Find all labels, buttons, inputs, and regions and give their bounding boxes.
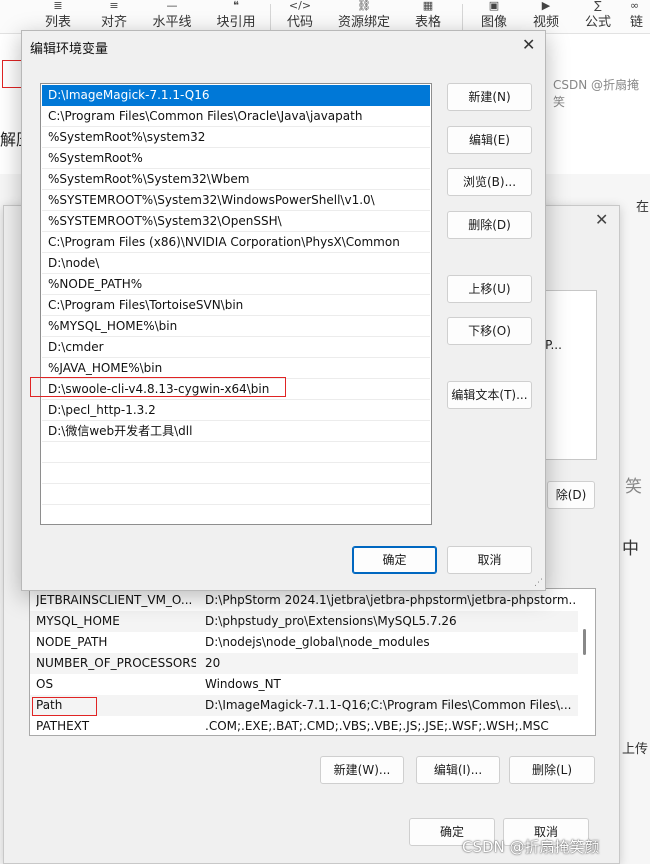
system-new-button[interactable]: 新建(W)... (320, 756, 404, 784)
table-row[interactable]: MYSQL_HOME D:\phpstudy_pro\Extensions\My… (30, 611, 578, 632)
path-list[interactable]: D:\ImageMagick-7.1.1-Q16 C:\Program File… (40, 83, 432, 525)
align-icon: ≡ (109, 0, 119, 12)
path-item[interactable]: %SystemRoot%\system32 (42, 127, 430, 148)
dialog-title: 编辑环境变量 (30, 42, 109, 57)
path-item[interactable]: D:\node\ (42, 253, 430, 274)
variable-name: NODE_PATH (36, 635, 108, 649)
toolbar-chain-button[interactable]: ∞ 链 (630, 0, 650, 34)
path-item[interactable]: C:\Program Files\TortoiseSVN\bin (42, 295, 430, 316)
path-item[interactable]: C:\Program Files\Common Files\Oracle\Jav… (42, 106, 430, 127)
delete-button[interactable]: 删除(D) (447, 211, 532, 239)
toolbar-label: 公式 (584, 15, 611, 30)
cancel-button[interactable]: 取消 (447, 546, 532, 574)
system-delete-button[interactable]: 删除(L) (509, 756, 595, 784)
toolbar-image-button[interactable]: ▣ 图像 (476, 0, 512, 34)
variable-value: Windows_NT (205, 677, 281, 691)
toolbar-align-button[interactable]: ≡ 对齐 (94, 0, 134, 34)
table-row[interactable]: NODE_PATH D:\nodejs\node_global\node_mod… (30, 632, 578, 653)
toolbar-table-button[interactable]: ▦ 表格 (410, 0, 446, 34)
code-icon: </> (288, 0, 312, 12)
system-variables-list[interactable]: JETBRAINSCLIENT_VM_O... D:\PhpStorm 2024… (29, 588, 596, 736)
highlight-box (32, 697, 97, 716)
variable-value: D:\PhpStorm 2024.1\jetbra\jetbra-phpstor… (205, 593, 575, 607)
csdn-watermark-top: CSDN @折扇掩笑 (553, 78, 640, 109)
move-up-button[interactable]: 上移(U) (447, 275, 532, 303)
list-scrollbar[interactable] (583, 629, 586, 655)
toolbar-label: 链 (630, 15, 644, 30)
variable-name: NUMBER_OF_PROCESSORS (36, 656, 196, 670)
path-item[interactable]: %SYSTEMROOT%\System32\WindowsPowerShell\… (42, 190, 430, 211)
toolbar-divider (462, 4, 463, 30)
path-item[interactable]: D:\ImageMagick-7.1.1-Q16 (42, 85, 430, 106)
table-row[interactable]: NUMBER_OF_PROCESSORS 20 (30, 653, 578, 674)
variable-value: .COM;.EXE;.BAT;.CMD;.VBS;.VBE;.JS;.JSE;.… (205, 719, 549, 733)
toolbar-resource-button[interactable]: ⛓ 资源绑定 (334, 0, 394, 34)
empty-row (42, 484, 430, 505)
quote-icon: ❝ (233, 0, 239, 12)
toolbar-formula-button[interactable]: ∑ 公式 (580, 0, 616, 34)
empty-row (42, 442, 430, 463)
path-item[interactable]: %SYSTEMROOT%\System32\OpenSSH\ (42, 211, 430, 232)
background-tab-label: 在 (636, 200, 650, 215)
upload-label: 上传 (622, 742, 649, 757)
background-text: 笑 (625, 477, 642, 497)
edit-button[interactable]: 编辑(E) (447, 126, 532, 154)
table-icon: ▦ (422, 0, 434, 12)
path-item[interactable]: D:\pecl_http-1.3.2 (42, 400, 430, 421)
list-icon: ≣ (53, 0, 63, 12)
browse-button[interactable]: 浏览(B)... (447, 168, 532, 196)
variable-name: JETBRAINSCLIENT_VM_O... (36, 593, 193, 607)
table-row[interactable]: Path D:\ImageMagick-7.1.1-Q16;C:\Program… (30, 695, 578, 716)
table-row[interactable]: PATHEXT .COM;.EXE;.BAT;.CMD;.VBS;.VBE;.J… (30, 716, 578, 735)
editor-toolbar: ≣ 列表 ≡ 对齐 — 水平线 ❝ 块引用 </> 代码 ⛓ 资源绑定 ▦ 表格… (0, 0, 650, 34)
toolbar-video-button[interactable]: ▶ 视频 (528, 0, 564, 34)
user-delete-button[interactable]: 除(D) (547, 481, 595, 509)
system-edit-button[interactable]: 编辑(I)... (416, 756, 500, 784)
edit-env-variable-dialog: 编辑环境变量 ✕ D:\ImageMagick-7.1.1-Q16 C:\Pro… (21, 30, 546, 591)
path-item[interactable]: D:\微信web开发者工具\dll (42, 421, 430, 442)
path-item[interactable]: C:\Program Files (x86)\NVIDIA Corporatio… (42, 232, 430, 253)
path-item[interactable]: %MYSQL_HOME%\bin (42, 316, 430, 337)
chain-icon: ∞ (630, 0, 640, 12)
formula-icon: ∑ (594, 0, 602, 12)
csdn-watermark-bottom: CSDN @折扇掩笑颜 (462, 838, 600, 856)
path-item[interactable]: %SystemRoot%\System32\Wbem (42, 169, 430, 190)
background-text: 中 (622, 539, 639, 559)
empty-row (42, 505, 430, 524)
new-button[interactable]: 新建(N) (447, 83, 532, 111)
variable-name: MYSQL_HOME (36, 614, 120, 628)
toolbar-code-button[interactable]: </> 代码 (282, 0, 318, 34)
variable-value: D:\nodejs\node_global\node_modules (205, 635, 430, 649)
ok-button[interactable]: 确定 (352, 546, 437, 574)
toolbar-list-button[interactable]: ≣ 列表 (38, 0, 78, 34)
close-icon[interactable]: ✕ (595, 210, 608, 229)
highlight-box (30, 377, 286, 397)
variable-value: D:\ImageMagick-7.1.1-Q16;C:\Program File… (205, 698, 572, 712)
path-item[interactable]: %JAVA_HOME%\bin (42, 358, 430, 379)
variable-name: PATHEXT (36, 719, 90, 733)
toolbar-divider (270, 4, 271, 30)
table-row[interactable]: JETBRAINSCLIENT_VM_O... D:\PhpStorm 2024… (30, 590, 578, 611)
empty-row (42, 463, 430, 484)
edit-text-button[interactable]: 编辑文本(T)... (447, 381, 532, 409)
variable-name: OS (36, 677, 54, 691)
move-down-button[interactable]: 下移(O) (447, 317, 532, 345)
variable-value: D:\phpstudy_pro\Extensions\MySQL5.7.26 (205, 614, 457, 628)
path-item[interactable]: D:\cmder (42, 337, 430, 358)
video-icon: ▶ (541, 0, 551, 12)
close-icon[interactable]: ✕ (522, 35, 535, 54)
resize-grip-icon[interactable]: ⋰ (534, 578, 543, 588)
path-item[interactable]: %SystemRoot% (42, 148, 430, 169)
path-item[interactable]: %NODE_PATH% (42, 274, 430, 295)
table-row[interactable]: OS Windows_NT (30, 674, 578, 695)
image-icon: ▣ (488, 0, 500, 12)
hr-icon: — (166, 0, 178, 12)
toolbar-hr-button[interactable]: — 水平线 (148, 0, 196, 34)
variable-value: 20 (205, 656, 221, 670)
link-icon: ⛓ (357, 0, 371, 12)
highlight-box (2, 60, 22, 88)
toolbar-quote-button[interactable]: ❝ 块引用 (212, 0, 260, 34)
